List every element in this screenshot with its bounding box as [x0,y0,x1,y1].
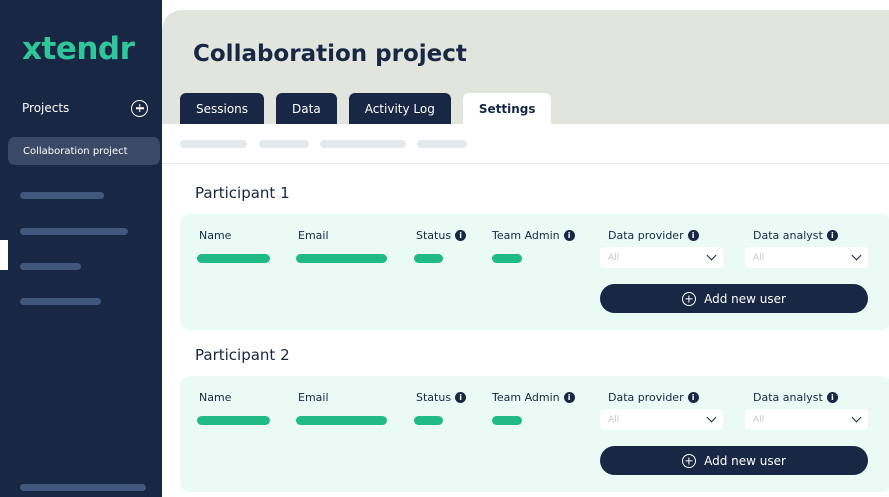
column-header-email: Email [298,391,329,404]
sidebar-notch [0,240,8,270]
page-header: Collaboration project Sessions Data Acti… [162,10,889,124]
column-label: Data analyst [753,229,823,242]
plus-circle-icon [682,453,697,468]
select-value: All [753,252,765,263]
select-value: All [753,414,765,425]
divider [162,163,889,164]
select-value: All [608,252,620,263]
chevron-down-icon [851,412,862,423]
projects-label: Projects [22,101,70,115]
sidebar-item-placeholder[interactable] [20,298,101,305]
tab-activity-log[interactable]: Activity Log [348,93,451,124]
column-header-name: Name [199,229,231,242]
column-label: Team Admin [492,391,560,404]
add-project-icon[interactable] [131,99,148,117]
data-analyst-select[interactable]: All [745,247,868,268]
column-label: Name [199,391,232,404]
chevron-down-icon [706,250,717,261]
add-new-user-label: Add new user [704,291,786,306]
column-header-status: Status i [416,229,467,242]
info-icon[interactable]: i [826,392,838,403]
info-icon[interactable]: i [687,392,699,403]
column-header-team-admin: Team Admin i [492,391,575,404]
subnav-placeholder[interactable] [180,140,247,148]
plus-circle-icon [682,291,697,306]
column-label: Data provider [608,229,684,242]
projects-row: Projects [22,99,148,117]
column-header-data-analyst: Data analyst i [753,229,838,242]
column-label: Team Admin [492,229,560,242]
column-header-team-admin: Team Admin i [492,229,575,242]
subnav-placeholder[interactable] [417,140,467,148]
participant-1-card: Name Email Status i Team Admin i Data prov… [180,214,889,330]
email-placeholder [296,416,387,425]
tab-settings[interactable]: Settings [462,93,552,124]
column-label: Email [298,229,329,242]
chevron-down-icon [706,412,717,423]
data-provider-select[interactable]: All [600,247,723,268]
participant-2-card: Name Email Status i Team Admin i Data prov… [180,376,889,492]
team-admin-placeholder [492,416,522,425]
sidebar-item-placeholder[interactable] [20,484,146,491]
column-label: Data analyst [753,391,823,404]
data-provider-select[interactable]: All [600,409,723,430]
page-title: Collaboration project [193,41,467,67]
subnav-placeholder[interactable] [320,140,406,148]
info-icon[interactable]: i [563,392,575,403]
logo: xtendr [22,31,135,67]
info-icon[interactable]: i [687,230,699,241]
info-icon[interactable]: i [455,230,467,241]
column-header-data-provider: Data provider i [608,229,699,242]
sidebar-item-collaboration-project[interactable]: Collaboration project [8,137,160,165]
tab-data[interactable]: Data [276,93,337,124]
column-header-data-analyst: Data analyst i [753,391,838,404]
column-label: Name [199,229,232,242]
main-panel: Collaboration project Sessions Data Acti… [162,10,889,497]
email-placeholder [296,254,387,263]
subnav-placeholder[interactable] [259,140,309,148]
column-header-status: Status i [416,391,467,404]
column-label: Email [298,391,329,404]
sidebar-item-placeholder[interactable] [20,263,81,270]
team-admin-placeholder [492,254,522,263]
participant-1-title: Participant 1 [195,184,290,202]
name-placeholder [197,416,270,425]
sidebar: xtendr Projects Collaboration project [0,0,162,497]
status-placeholder [414,254,443,263]
info-icon[interactable]: i [826,230,838,241]
column-label: Status [416,391,452,404]
add-new-user-button[interactable]: Add new user [600,446,868,475]
column-header-name: Name [199,391,231,404]
data-analyst-select[interactable]: All [745,409,868,430]
column-header-email: Email [298,229,329,242]
sidebar-item-placeholder[interactable] [20,192,104,199]
tab-sessions[interactable]: Sessions [180,93,265,124]
add-new-user-button[interactable]: Add new user [600,284,868,313]
info-icon[interactable]: i [563,230,575,241]
add-new-user-label: Add new user [704,453,786,468]
column-label: Status [416,229,452,242]
chevron-down-icon [851,250,862,261]
info-icon[interactable]: i [455,392,467,403]
status-placeholder [414,416,443,425]
select-value: All [608,414,620,425]
name-placeholder [197,254,270,263]
column-label: Data provider [608,391,684,404]
column-header-data-provider: Data provider i [608,391,699,404]
tab-bar: Sessions Data Activity Log Settings [180,93,552,124]
sidebar-item-placeholder[interactable] [20,228,128,235]
participant-2-title: Participant 2 [195,346,290,364]
